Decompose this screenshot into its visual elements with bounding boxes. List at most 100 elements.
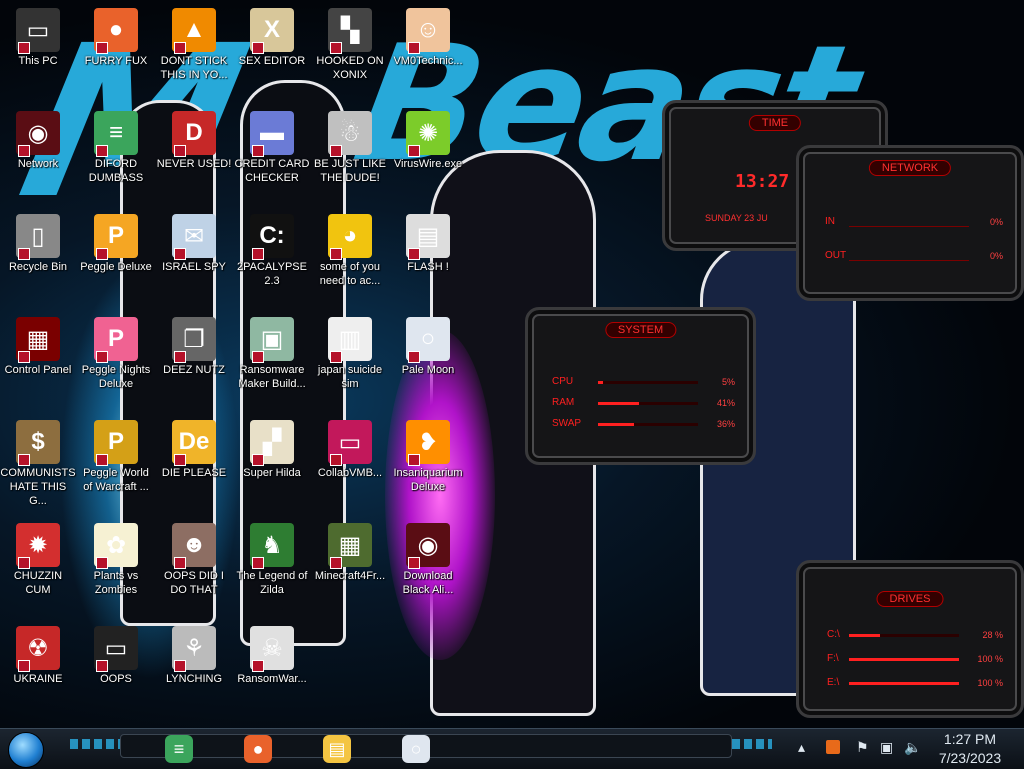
desktop-icon[interactable]: C: 2PACALYPSE 2.3 [234,210,310,306]
system-row-bar-fill [598,402,639,405]
desktop-icon[interactable]: ▥ japan suicide sim [312,313,388,409]
shortcut-arrow-icon [252,145,264,157]
time-gadget-clock: 13:27 [735,171,790,192]
drive-row-value: 100 % [977,654,1003,664]
desktop-icon[interactable]: ▣ Ransomware Maker Build... [234,313,310,409]
network-out-label: OUT [825,250,847,261]
desktop-icon[interactable]: De DIE PLEASE [156,416,232,512]
desktop-icon[interactable]: ▦ Control Panel [0,313,76,409]
taskbar-pale-moon-button[interactable]: ○ [399,732,433,766]
desktop-icon-label: DIFORD DUMBASS [88,158,144,184]
desktop-icon[interactable]: ▦ Minecraft4Fr... [312,519,388,615]
desktop-icon[interactable]: ▬ CREDIT CARD CHECKER [234,107,310,203]
desktop-icon-label: Insaniquarium Deluxe [393,467,463,493]
taskbar-discord-button[interactable]: ≡ [162,732,196,766]
desktop-icon[interactable]: ☢ UKRAINE [0,622,76,718]
desktop-icon-label: Network [17,158,59,170]
tree-icon: ⚘ [172,626,216,672]
peggle-nights-icon: P [94,317,138,363]
santa-icon: ☃ [328,111,372,157]
desktop-icon[interactable]: ▭ OOPS [78,622,154,718]
desktop-icon[interactable]: ⚘ LYNCHING [156,622,232,718]
shortcut-arrow-icon [408,145,420,157]
desktop-icon[interactable]: ◉ Network [0,107,76,203]
desktop-icon-label: Super Hilda [243,467,301,479]
drive-row-value: 28 % [982,630,1003,640]
desktop-icon[interactable]: P Peggle Nights Deluxe [78,313,154,409]
chevron-up-icon[interactable]: ▴ [798,739,805,756]
desktop-icon[interactable]: X SEX EDITOR [234,4,310,100]
shortcut-arrow-icon [96,557,108,569]
start-button[interactable] [8,732,44,768]
xonix-icon: ▚ [328,8,372,54]
desktop-icon-label: Control Panel [4,364,72,376]
desktop-icon[interactable]: ☠ RansomWar... [234,622,310,718]
taskbar-firefox-button[interactable]: ● [241,732,275,766]
desktop-icon-label: CollabVMB... [317,467,383,479]
desktop-icon[interactable]: ▭ This PC [0,4,76,100]
shortcut-arrow-icon [330,248,342,260]
discord-icon: ≡ [94,111,138,157]
desktop-icon-label: Download Black Ali... [402,570,454,596]
network-out-value: 0% [989,251,1003,261]
desktop-icon[interactable]: ▲ DONT STICK THIS IN YO... [156,4,232,100]
network-tray-icon[interactable]: ▣ [880,739,893,756]
desktop-icon[interactable]: ❥ Insaniquarium Deluxe [390,416,466,512]
desktop-icon-label: japan suicide sim [317,364,383,390]
desktop-icon-label: some of you need to ac... [319,261,381,287]
drive-row-label: F:\ [827,653,839,664]
recycle-bin-icon: ▯ [16,214,60,260]
pale-moon-icon: ○ [406,317,450,363]
volume-icon[interactable]: 🔈 [904,739,921,756]
desktop-icon[interactable]: D NEVER USED! [156,107,232,203]
system-row-value: 41% [716,398,735,408]
desktop-icon[interactable]: ▤ FLASH ! [390,210,466,306]
minecraft-icon: ▦ [328,523,372,569]
desktop-icon-label: OOPS [100,673,132,685]
desktop-icon[interactable]: ● FURRY FUX [78,4,154,100]
desktop-icon[interactable]: ≡ DIFORD DUMBASS [78,107,154,203]
firefox-icon: ● [94,8,138,54]
flag-icon[interactable]: ⚑ [856,739,869,756]
taskbar-clock[interactable]: 1:27 PM 7/23/2023 [930,729,1010,768]
shortcut-arrow-icon [330,454,342,466]
desktop-icon[interactable]: ❐ DEEZ NUTZ [156,313,232,409]
desktop-icon[interactable]: ☻ OOPS DID I DO THAT [156,519,232,615]
shortcut-arrow-icon [18,454,30,466]
shortcut-arrow-icon [174,248,186,260]
money-bag-icon: $ [16,420,60,466]
desktop-icon[interactable]: ✺ VirusWire.exe [390,107,466,203]
desktop-icon-label: BE JUST LIKE THE DUDE! [314,158,386,184]
system-gadget[interactable]: SYSTEM CPU 5% RAM 41% SWAP 36% [525,307,756,465]
network-gadget[interactable]: NETWORK IN 0% OUT 0% [796,145,1024,301]
radiation-icon: ☢ [16,626,60,672]
shortcut-arrow-icon [330,145,342,157]
desktop-icon-label: UKRAINE [13,673,63,685]
shortcut-arrow-icon [252,660,264,672]
desktop-icon[interactable]: P Peggle Deluxe [78,210,154,306]
desktop-icon[interactable]: ♞ The Legend of Zilda [234,519,310,615]
desktop-icon[interactable]: ✉ ISRAEL SPY [156,210,232,306]
shortcut-arrow-icon [408,248,420,260]
taskbar-file-explorer-button[interactable]: ▤ [320,732,354,766]
drives-gadget[interactable]: DRIVES C:\ 28 % F:\ 100 % E:\ 100 % [796,560,1024,718]
desktop-icon[interactable]: ▚ HOOKED ON XONIX [312,4,388,100]
desktop-icon-label: DONT STICK THIS IN YO... [160,55,228,81]
desktop-icon[interactable]: P Peggle World of Warcraft ... [78,416,154,512]
desktop-icon[interactable]: ☺ VM0Technic... [390,4,466,100]
language-icon[interactable] [826,740,840,754]
desktop-icon[interactable]: ✹ CHUZZIN CUM [0,519,76,615]
desktop-icon[interactable]: ▭ CollabVMB... [312,416,388,512]
fish-icon: ❥ [406,420,450,466]
shortcut-arrow-icon [18,557,30,569]
desktop-icon[interactable]: ○ Pale Moon [390,313,466,409]
desktop-icon[interactable]: ◕ some of you need to ac... [312,210,388,306]
desktop-icon-label: The Legend of Zilda [236,570,308,596]
desktop-icon[interactable]: ☃ BE JUST LIKE THE DUDE! [312,107,388,203]
desktop-icon[interactable]: ▞ Super Hilda [234,416,310,512]
desktop-icon[interactable]: $ COMMUNISTS HATE THIS G... [0,416,76,512]
desktop-icon[interactable]: ✿ Plants vs Zombies [78,519,154,615]
desktop-icon[interactable]: ◉ Download Black Ali... [390,519,466,615]
desktop-icon[interactable]: ▯ Recycle Bin [0,210,76,306]
collabvm-icon: ▭ [328,420,372,466]
